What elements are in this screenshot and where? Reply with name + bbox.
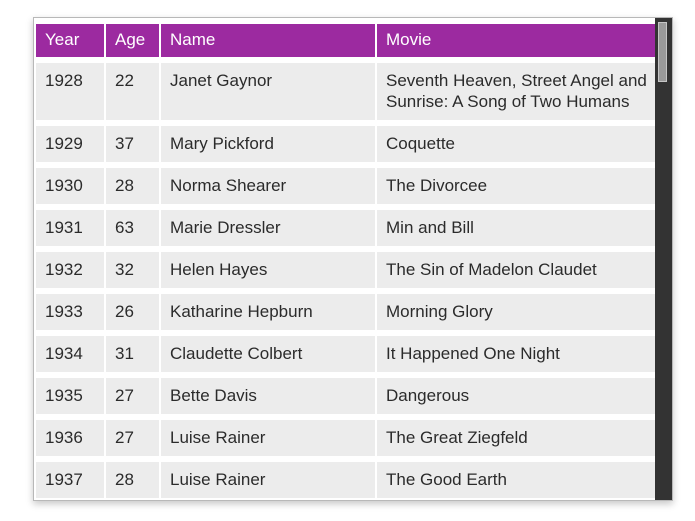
cell-name: Janet Gaynor (161, 63, 375, 120)
cell-year: 1931 (36, 210, 104, 246)
cell-year: 1937 (36, 462, 104, 498)
cell-age: 63 (106, 210, 159, 246)
cell-movie: Coquette (377, 126, 655, 162)
table-row: 1928 22 Janet Gaynor Seventh Heaven, Street… (36, 63, 655, 120)
cell-movie: Morning Glory (377, 294, 655, 330)
page-root: Year Age Name Movie 1928 22 Janet Gaynor Se… (0, 0, 695, 521)
table-row: 1932 32 Helen Hayes The Sin of Madelon Clau… (36, 252, 655, 288)
cell-age: 32 (106, 252, 159, 288)
cell-age: 28 (106, 462, 159, 498)
cell-movie: Dangerous (377, 378, 655, 414)
cell-name: Luise Rainer (161, 462, 375, 498)
cell-year: 1930 (36, 168, 104, 204)
cell-name: Bette Davis (161, 378, 375, 414)
cell-movie: It Happened One Night (377, 336, 655, 372)
cell-movie: The Divorcee (377, 168, 655, 204)
cell-year: 1935 (36, 378, 104, 414)
cell-year: 1933 (36, 294, 104, 330)
cell-name: Helen Hayes (161, 252, 375, 288)
column-header-year[interactable]: Year (36, 24, 104, 57)
vertical-scrollbar[interactable] (655, 18, 672, 500)
cell-age: 27 (106, 420, 159, 456)
cell-age: 37 (106, 126, 159, 162)
table-row: 1931 63 Marie Dressler Min and Bill (36, 210, 655, 246)
table-row: 1933 26 Katharine Hepburn Morning Glory (36, 294, 655, 330)
table-row: 1937 28 Luise Rainer The Good Earth (36, 462, 655, 498)
cell-age: 22 (106, 63, 159, 120)
table-body: 1928 22 Janet Gaynor Seventh Heaven, Street… (36, 63, 655, 498)
table-row: 1936 27 Luise Rainer The Great Ziegfeld (36, 420, 655, 456)
table-row: 1929 37 Mary Pickford Coquette (36, 126, 655, 162)
cell-age: 28 (106, 168, 159, 204)
cell-name: Norma Shearer (161, 168, 375, 204)
cell-movie: The Sin of Madelon Claudet (377, 252, 655, 288)
cell-movie: The Great Ziegfeld (377, 420, 655, 456)
cell-movie: The Good Earth (377, 462, 655, 498)
cell-name: Luise Rainer (161, 420, 375, 456)
cell-age: 26 (106, 294, 159, 330)
cell-age: 27 (106, 378, 159, 414)
cell-age: 31 (106, 336, 159, 372)
table-header: Year Age Name Movie (36, 24, 655, 57)
cell-name: Katharine Hepburn (161, 294, 375, 330)
column-header-name[interactable]: Name (161, 24, 375, 57)
column-header-age[interactable]: Age (106, 24, 159, 57)
table-header-row: Year Age Name Movie (36, 24, 655, 57)
cell-year: 1928 (36, 63, 104, 120)
cell-year: 1932 (36, 252, 104, 288)
table-row: 1934 31 Claudette Colbert It Happened One N… (36, 336, 655, 372)
cell-year: 1936 (36, 420, 104, 456)
table-row: 1930 28 Norma Shearer The Divorcee (36, 168, 655, 204)
cell-year: 1929 (36, 126, 104, 162)
column-header-movie[interactable]: Movie (377, 24, 655, 57)
cell-name: Mary Pickford (161, 126, 375, 162)
table-viewport: Year Age Name Movie 1928 22 Janet Gaynor Se… (34, 18, 655, 500)
cell-name: Marie Dressler (161, 210, 375, 246)
cell-name: Claudette Colbert (161, 336, 375, 372)
vertical-scrollbar-thumb[interactable] (658, 22, 667, 82)
cell-movie: Min and Bill (377, 210, 655, 246)
cell-movie: Seventh Heaven, Street Angel and Sunrise… (377, 63, 655, 120)
scrollable-table-container: Year Age Name Movie 1928 22 Janet Gaynor Se… (33, 17, 673, 501)
academy-awards-table: Year Age Name Movie 1928 22 Janet Gaynor Se… (34, 18, 655, 500)
table-row: 1935 27 Bette Davis Dangerous (36, 378, 655, 414)
cell-year: 1934 (36, 336, 104, 372)
